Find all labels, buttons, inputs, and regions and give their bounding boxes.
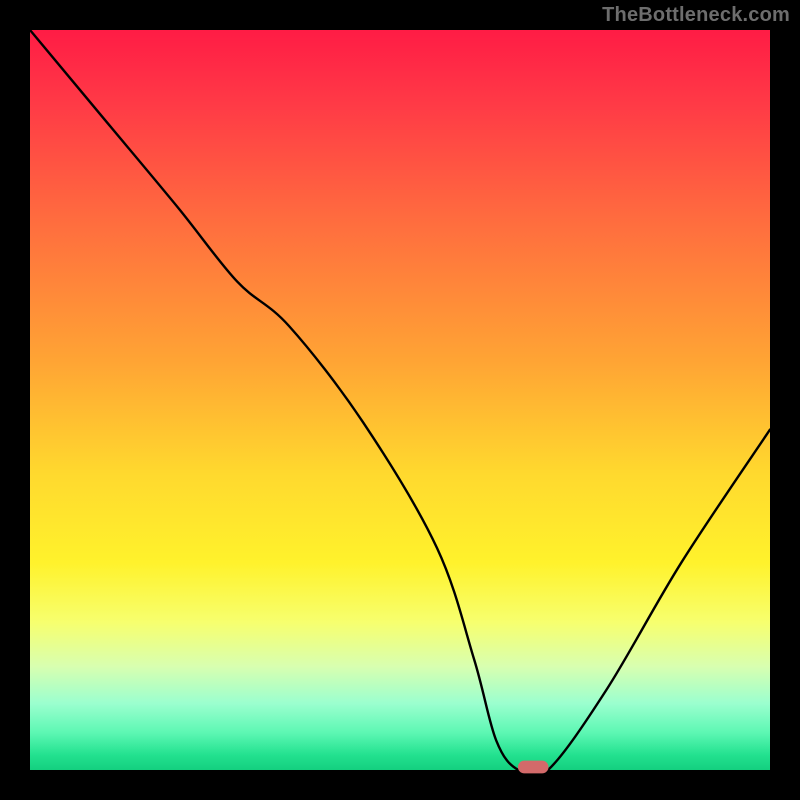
minimum-marker [518,761,548,773]
attribution-label: TheBottleneck.com [602,4,790,27]
chart-frame: TheBottleneck.com [0,0,800,800]
chart-svg [30,30,770,770]
plot-area [30,30,770,770]
bottleneck-curve [30,30,770,777]
